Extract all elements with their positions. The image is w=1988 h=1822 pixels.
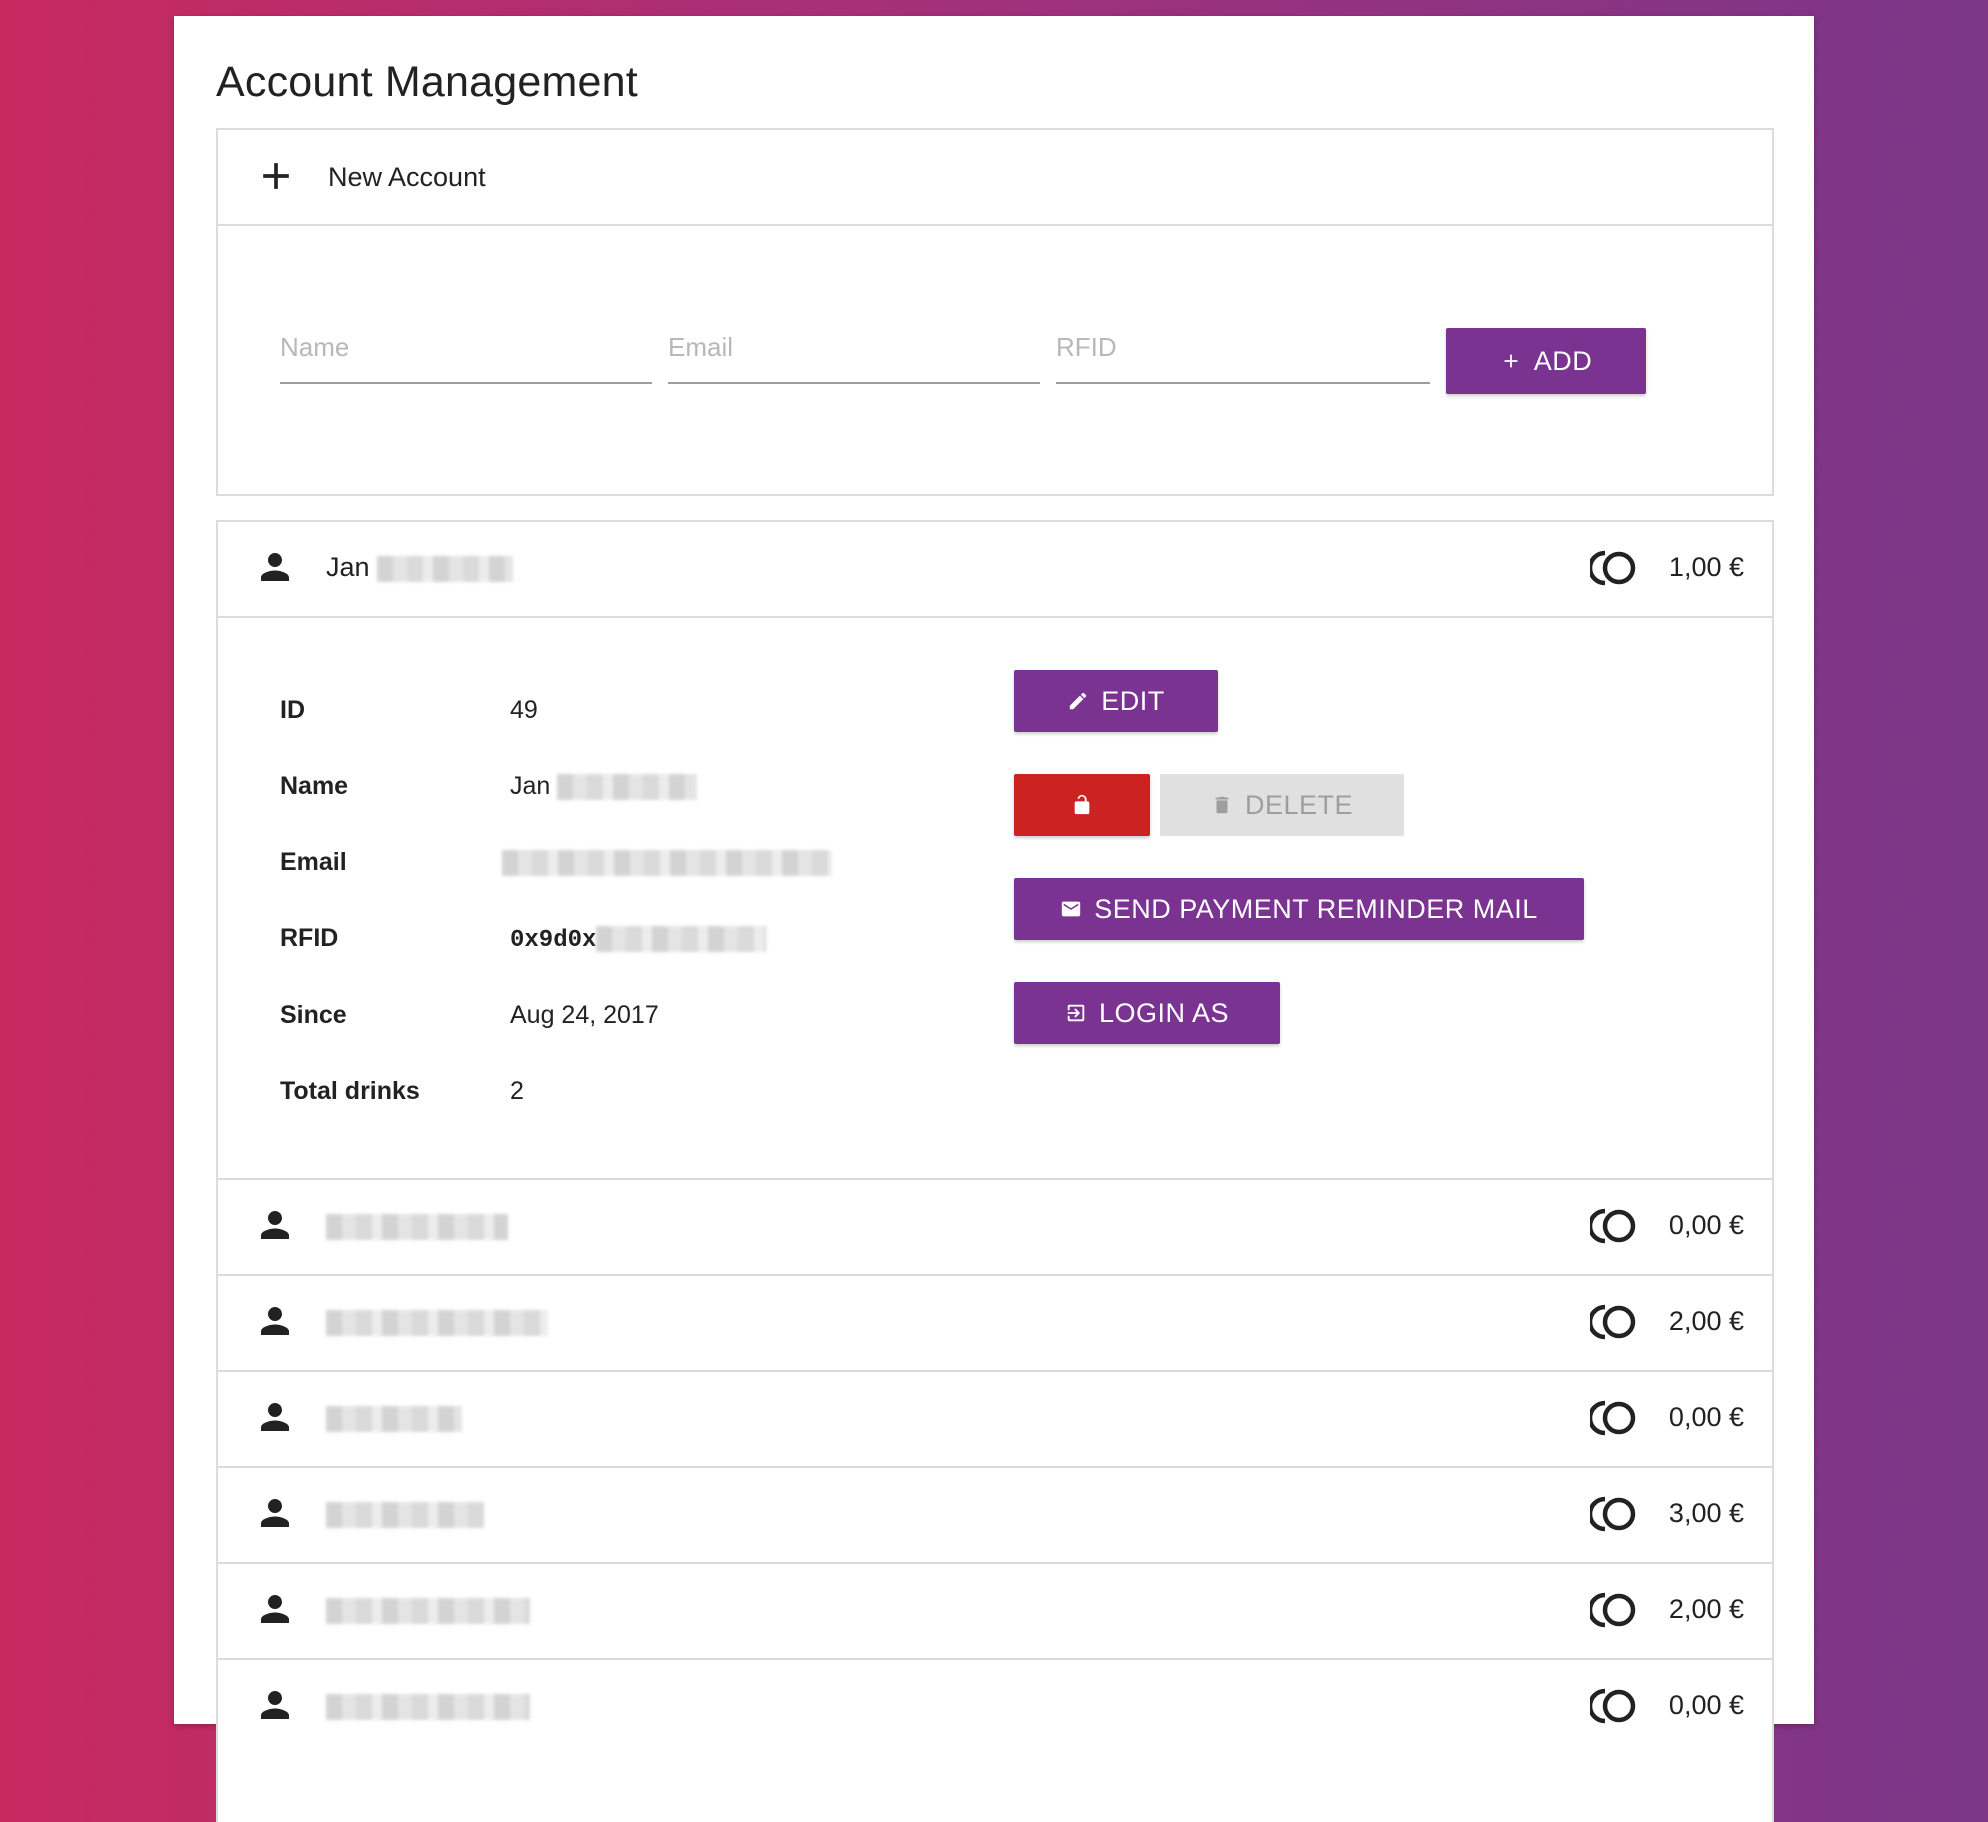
plus-icon <box>263 163 289 189</box>
coins-icon <box>1590 1590 1640 1630</box>
account-row[interactable]: 0,00 € <box>218 1658 1772 1754</box>
reminder-button-label: SEND PAYMENT REMINDER MAIL <box>1094 893 1538 924</box>
coins-icon <box>1590 1398 1640 1438</box>
account-row[interactable]: 2,00 € <box>218 1562 1772 1658</box>
person-icon <box>254 1588 296 1630</box>
coins-icon <box>1590 548 1640 588</box>
mail-icon <box>1062 901 1081 917</box>
coins-icon <box>1590 1206 1640 1246</box>
account-row[interactable]: 3,00 € <box>218 1466 1772 1562</box>
id-value: 49 <box>510 696 538 724</box>
account-name: Jan <box>326 552 514 583</box>
lock-open-icon <box>1074 794 1090 815</box>
account-name <box>326 1210 508 1241</box>
person-icon <box>254 1684 296 1726</box>
id-label: ID <box>280 696 305 724</box>
email-label: Email <box>280 848 347 876</box>
account-row[interactable]: 2,00 € <box>218 1274 1772 1370</box>
account-row-selected[interactable]: Jan 1,00 € <box>218 522 1772 616</box>
account-row[interactable]: 0,00 € <box>218 1178 1772 1274</box>
name-placeholder: Name <box>280 332 350 362</box>
plus-icon <box>1504 354 1518 368</box>
rfid-placeholder: RFID <box>1056 332 1117 362</box>
edit-button-label: EDIT <box>1101 685 1165 716</box>
account-management-card: Account Management New Account Name Emai… <box>174 16 1814 1822</box>
account-balance: 1,00 € <box>1668 552 1744 582</box>
unlock-button[interactable] <box>1014 774 1150 836</box>
add-button[interactable]: ADD <box>1446 328 1646 394</box>
account-balance: 2,00 € <box>1668 1306 1744 1336</box>
coins-icon <box>1590 1494 1640 1534</box>
account-balance: 2,00 € <box>1668 1594 1744 1624</box>
email-field[interactable]: Email <box>668 332 1040 384</box>
pencil-icon <box>1069 692 1087 710</box>
coins-icon <box>1590 1686 1640 1726</box>
account-name <box>326 1402 462 1433</box>
account-balance: 0,00 € <box>1668 1210 1744 1240</box>
send-payment-reminder-button[interactable]: SEND PAYMENT REMINDER MAIL <box>1014 878 1584 940</box>
name-label: Name <box>280 772 349 800</box>
person-icon <box>254 1492 296 1534</box>
email-value <box>502 848 832 877</box>
account-balance: 0,00 € <box>1668 1690 1744 1720</box>
account-balance: 0,00 € <box>1668 1402 1744 1432</box>
page-title: Account Management <box>216 58 638 106</box>
account-balance: 3,00 € <box>1668 1498 1744 1528</box>
since-label: Since <box>280 1001 347 1029</box>
person-icon <box>254 1204 296 1246</box>
trash-icon <box>1215 796 1229 814</box>
rfid-field[interactable]: RFID <box>1056 332 1430 384</box>
total-drinks-label: Total drinks <box>280 1077 420 1105</box>
new-account-label: New Account <box>328 161 486 192</box>
name-field[interactable]: Name <box>280 332 652 384</box>
new-account-header[interactable]: New Account <box>218 130 1772 224</box>
account-name <box>326 1594 530 1625</box>
person-icon <box>254 1396 296 1438</box>
login-as-button[interactable]: LOGIN AS <box>1014 982 1280 1044</box>
account-row[interactable]: 0,00 € <box>218 1370 1772 1466</box>
account-name <box>326 1690 530 1721</box>
person-icon <box>254 546 296 588</box>
login-icon <box>1067 1004 1085 1022</box>
new-account-panel: New Account Name Email RFID ADD <box>216 128 1774 496</box>
email-placeholder: Email <box>668 332 734 362</box>
name-value: Jan <box>510 772 698 801</box>
rfid-value: 0x9d0x <box>510 924 767 954</box>
edit-button[interactable]: EDIT <box>1014 670 1218 732</box>
delete-button-label: DELETE <box>1244 789 1354 820</box>
since-value: Aug 24, 2017 <box>510 1001 659 1029</box>
account-name <box>326 1498 484 1529</box>
add-button-label: ADD <box>1533 345 1593 376</box>
delete-button[interactable]: DELETE <box>1160 774 1404 836</box>
account-details: ID 49 Name Jan Email RFID 0x9d0x Since A… <box>218 616 1772 1178</box>
login-button-label: LOGIN AS <box>1098 997 1230 1028</box>
accounts-list: Jan 1,00 € ID 49 Name Jan Email RFID 0x9… <box>216 520 1774 1822</box>
total-drinks-value: 2 <box>510 1077 524 1105</box>
rfid-label: RFID <box>280 924 339 952</box>
coins-icon <box>1590 1302 1640 1342</box>
account-name <box>326 1306 548 1337</box>
person-icon <box>254 1300 296 1342</box>
